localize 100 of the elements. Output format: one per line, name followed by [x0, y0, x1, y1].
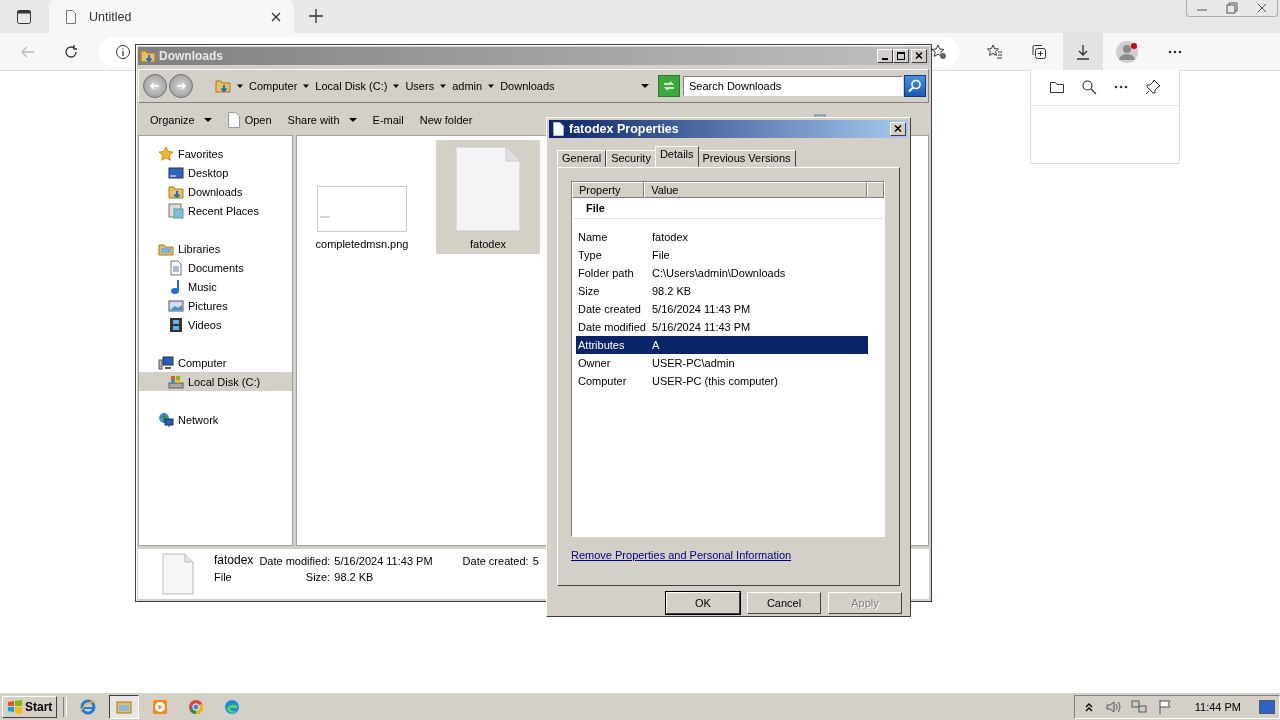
browser-icon — [224, 698, 241, 715]
detail-value: 5/16/2024 11:43 PM — [334, 555, 433, 567]
taskbar-app[interactable] — [109, 694, 140, 719]
caret-icon — [203, 116, 212, 124]
toolbar-button[interactable]: Open — [221, 110, 278, 130]
file-icon — [455, 146, 521, 232]
list-row[interactable]: Type File — [576, 245, 868, 264]
window-title: Downloads — [159, 49, 224, 63]
download-button[interactable] — [1063, 33, 1103, 70]
folder-icon — [140, 48, 156, 64]
close-button[interactable] — [911, 49, 927, 63]
start-button[interactable]: Start — [2, 695, 58, 718]
flag-icon[interactable] — [1156, 698, 1173, 715]
new-tab-icon[interactable] — [308, 8, 324, 24]
toolbar-button[interactable]: New folder — [413, 112, 479, 128]
nav-item[interactable]: Computer — [139, 353, 292, 372]
browser-tab[interactable]: Untitled — [49, 0, 294, 33]
clock[interactable]: 11:44 PM — [1194, 700, 1241, 713]
forward-button[interactable] — [169, 74, 193, 98]
breadcrumb-item[interactable]: Downloads — [500, 80, 555, 92]
toolbar-button[interactable]: Share with — [281, 112, 363, 128]
nav-item[interactable]: Recent Places — [139, 201, 292, 220]
breadcrumb-item[interactable]: admin — [452, 80, 483, 92]
network-icon — [158, 411, 174, 428]
start-logo-icon — [7, 699, 23, 714]
show-desktop-button[interactable] — [1259, 699, 1275, 714]
remove-properties-link[interactable]: Remove Properties and Personal Information — [571, 548, 792, 561]
speaker-icon[interactable] — [1104, 698, 1121, 715]
search-field[interactable]: Search Downloads — [683, 76, 903, 96]
star-add-icon[interactable] — [931, 43, 947, 60]
nav-item[interactable]: Libraries — [139, 239, 292, 258]
tab[interactable]: Previous Versions — [697, 149, 796, 167]
list-row[interactable]: Size 98.2 KB — [576, 281, 868, 300]
search-button[interactable] — [904, 75, 926, 97]
dialog-button[interactable]: Cancel — [747, 592, 821, 614]
left-arrow-icon — [149, 80, 161, 92]
caret-icon[interactable] — [392, 82, 401, 90]
caret-icon[interactable] — [487, 82, 496, 90]
document-icon — [168, 259, 184, 276]
caret-icon[interactable] — [236, 82, 244, 90]
nav-item[interactable]: Network — [139, 410, 292, 429]
folder-icon — [215, 78, 231, 94]
network-icon[interactable] — [1130, 698, 1147, 715]
tab[interactable]: General — [557, 149, 607, 167]
desktop-icon — [168, 164, 184, 181]
close-icon[interactable] — [270, 10, 282, 23]
nav-item[interactable]: Desktop — [139, 163, 292, 182]
profile-avatar-icon[interactable] — [1115, 39, 1139, 64]
back-button[interactable] — [143, 74, 167, 98]
toolbar-button[interactable]: E-mail — [366, 112, 410, 128]
search-icon — [907, 78, 923, 94]
computer-icon — [158, 354, 174, 371]
close-button[interactable] — [890, 121, 906, 136]
list-row[interactable]: Attributes A — [576, 335, 868, 354]
list-row[interactable]: Date modified 5/16/2024 11:43 PM — [576, 317, 868, 336]
caret-icon[interactable] — [439, 82, 448, 90]
list-row[interactable]: Name fatodex — [576, 227, 868, 246]
folder-icon[interactable] — [1049, 79, 1065, 95]
favorites-icon[interactable] — [987, 43, 1003, 60]
play-icon — [152, 698, 169, 715]
caret-icon[interactable] — [641, 82, 649, 90]
refresh-button[interactable] — [658, 75, 680, 97]
file-type: File — [214, 571, 233, 583]
dialog-button[interactable]: OK — [666, 592, 740, 614]
column-header[interactable]: Property — [572, 181, 645, 198]
maximize-button[interactable] — [893, 49, 909, 63]
sidebar-icon[interactable] — [16, 9, 32, 25]
list-row[interactable]: Computer USER-PC (this computer) — [576, 371, 868, 390]
list-row[interactable]: Folder path C:\Users\admin\Downloads — [576, 263, 868, 282]
refresh-icon[interactable] — [63, 43, 79, 60]
nav-item[interactable]: Local Disk (C:) — [139, 372, 292, 391]
info-icon — [115, 43, 131, 60]
pin-icon[interactable] — [1145, 79, 1161, 95]
download-folder-icon — [168, 183, 184, 200]
nav-item[interactable]: Downloads — [139, 182, 292, 201]
picture-icon — [168, 297, 184, 314]
minimize-button[interactable] — [877, 49, 893, 63]
nav-item[interactable]: Documents — [139, 258, 292, 277]
film-icon — [168, 316, 184, 333]
caret-icon[interactable] — [302, 82, 311, 90]
breadcrumb-item[interactable]: Computer — [249, 80, 298, 92]
column-header[interactable]: Value — [644, 181, 868, 198]
search-icon[interactable] — [1081, 79, 1097, 95]
breadcrumb-item[interactable]: Users — [405, 80, 435, 92]
browser-icon — [188, 698, 205, 715]
file-item[interactable]: fatodex — [436, 140, 540, 254]
file-name: fatodex — [214, 553, 254, 567]
file-item[interactable]: completedmsn.png — [314, 140, 410, 254]
folder-icon — [116, 698, 133, 715]
nav-item[interactable]: Music — [139, 277, 292, 296]
nav-item[interactable]: Videos — [139, 315, 292, 334]
nav-item[interactable]: Pictures — [139, 296, 292, 315]
collections-icon[interactable] — [1031, 43, 1047, 60]
tab[interactable]: Details — [654, 145, 699, 167]
list-row[interactable]: Owner USER-PC\admin — [576, 353, 868, 372]
breadcrumb-item[interactable]: Local Disk (C:) — [315, 80, 388, 92]
list-row[interactable]: Date created 5/16/2024 11:43 PM — [576, 299, 868, 318]
toolbar-button[interactable]: Organize — [144, 112, 218, 128]
detail-label: Date modified: — [259, 555, 331, 567]
nav-item[interactable]: Favorites — [139, 144, 292, 163]
